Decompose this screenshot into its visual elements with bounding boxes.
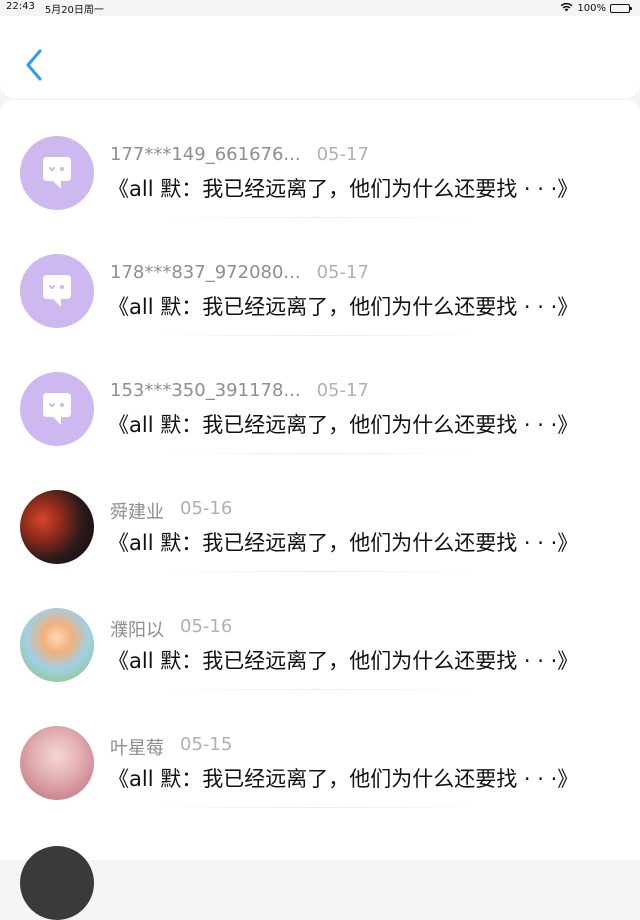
message-preview: 《all 默：我已经远离了，他们为什么还要找 · · ·》 (108, 295, 579, 319)
message-item[interactable]: 叶星莓 05-15 《all 默：我已经远离了，他们为什么还要找 · · ·》 (0, 690, 640, 808)
message-item[interactable]: 舜建业 05-16 《all 默：我已经远离了，他们为什么还要找 · · ·》 (0, 454, 640, 572)
bot-icon (43, 157, 71, 189)
avatar (20, 608, 94, 682)
message-time: 05-17 (316, 380, 369, 401)
message-preview: 《all 默：我已经远离了，他们为什么还要找 · · ·》 (108, 649, 579, 673)
message-item[interactable]: 153***350_391178... 05-17 《all 默：我已经远离了，… (0, 336, 640, 454)
status-date: 5月20日周一 (44, 4, 104, 16)
battery-icon (610, 3, 632, 13)
message-preview: 《all 默：我已经远离了，他们为什么还要找 · · ·》 (108, 531, 579, 555)
message-preview: 《all 默：我已经远离了，他们为什么还要找 · · ·》 (108, 413, 579, 437)
wifi-icon (560, 2, 573, 15)
back-button[interactable] (22, 46, 46, 84)
message-time: 05-16 (180, 616, 233, 637)
sender-name: 178***837_972080... (110, 262, 301, 283)
navigation-bar (0, 16, 640, 98)
status-bar: 22:43 5月20日周一 100% (0, 0, 640, 16)
sender-name: 177***149_661676... (110, 144, 301, 165)
message-time: 05-17 (316, 262, 369, 283)
message-item[interactable]: 178***837_972080... 05-17 《all 默：我已经远离了，… (0, 218, 640, 336)
avatar (20, 372, 94, 446)
message-time: 05-17 (316, 144, 369, 165)
sender-name: 153***350_391178... (110, 380, 301, 401)
sender-name: 濮阳以 (110, 620, 164, 641)
message-time: 05-15 (180, 734, 233, 755)
sender-name: 舜建业 (110, 502, 164, 523)
avatar (20, 846, 94, 920)
avatar (20, 136, 94, 210)
message-preview: 《all 默：我已经远离了，他们为什么还要找 · · ·》 (108, 177, 579, 201)
message-list: 177***149_661676... 05-17 《all 默：我已经远离了，… (0, 100, 640, 920)
bot-icon (43, 393, 71, 425)
avatar (20, 490, 94, 564)
status-time: 22:43 (6, 0, 35, 12)
avatar (20, 726, 94, 800)
bot-icon (43, 275, 71, 307)
chevron-left-icon (26, 49, 42, 81)
message-preview: 《all 默：我已经远离了，他们为什么还要找 · · ·》 (108, 767, 579, 791)
battery-percentage: 100% (577, 2, 606, 14)
sender-name: 叶星莓 (110, 738, 164, 759)
avatar (20, 254, 94, 328)
message-item[interactable]: 濮阳以 05-16 《all 默：我已经远离了，他们为什么还要找 · · ·》 (0, 572, 640, 690)
divider (150, 807, 490, 808)
message-item[interactable]: 177***149_661676... 05-17 《all 默：我已经远离了，… (0, 100, 640, 218)
message-time: 05-16 (180, 498, 233, 519)
